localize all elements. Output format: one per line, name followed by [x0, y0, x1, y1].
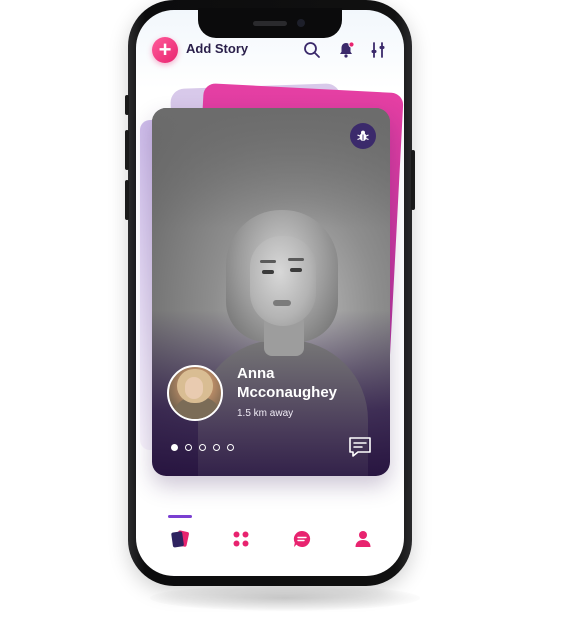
pagination-dot[interactable]	[171, 444, 178, 451]
pagination-dot[interactable]	[199, 444, 206, 451]
plus-icon: +	[158, 37, 172, 62]
photo-pagination	[171, 444, 234, 451]
pagination-dot[interactable]	[185, 444, 192, 451]
floor-shadow	[150, 585, 420, 611]
speaker	[253, 21, 287, 26]
chat-icon	[349, 437, 371, 457]
portrait-lips	[273, 300, 291, 306]
volume-up-button	[125, 130, 129, 170]
nav-profile[interactable]	[352, 528, 374, 550]
report-button[interactable]	[350, 123, 376, 149]
add-story-button[interactable]: +	[152, 37, 178, 63]
add-story-label[interactable]: Add Story	[186, 41, 248, 56]
pagination-dot[interactable]	[227, 444, 234, 451]
nav-cards[interactable]	[169, 528, 191, 550]
silent-switch	[125, 95, 129, 115]
message-button[interactable]	[348, 436, 372, 458]
avatar[interactable]	[167, 365, 223, 421]
notifications-button[interactable]	[336, 40, 356, 60]
profile-name: Anna Mcconaughey	[237, 365, 338, 401]
messages-icon	[293, 530, 311, 547]
portrait-eye-left	[262, 270, 274, 274]
bell-icon	[340, 41, 355, 58]
search-button[interactable]	[302, 40, 322, 60]
portrait-brow-right	[288, 258, 304, 261]
profile-distance: 1.5 km away	[237, 408, 294, 419]
avatar-face	[185, 377, 203, 399]
pagination-dot[interactable]	[213, 444, 220, 451]
cards-icon	[171, 530, 189, 548]
nav-active-indicator	[168, 515, 192, 518]
power-button	[411, 150, 415, 210]
filter-button[interactable]	[368, 40, 388, 60]
nav-apps[interactable]	[230, 528, 252, 550]
apps-icon	[233, 531, 249, 547]
nav-messages[interactable]	[291, 528, 313, 550]
profile-card[interactable]	[152, 108, 390, 476]
volume-down-button	[125, 180, 129, 220]
bug-icon	[357, 130, 369, 141]
front-camera	[297, 19, 305, 27]
filter-icon	[371, 42, 385, 58]
search-icon	[304, 42, 320, 58]
portrait-eye-right	[290, 268, 302, 272]
profile-icon	[355, 531, 371, 547]
portrait-brow-left	[260, 260, 276, 263]
portrait-face	[250, 236, 316, 326]
